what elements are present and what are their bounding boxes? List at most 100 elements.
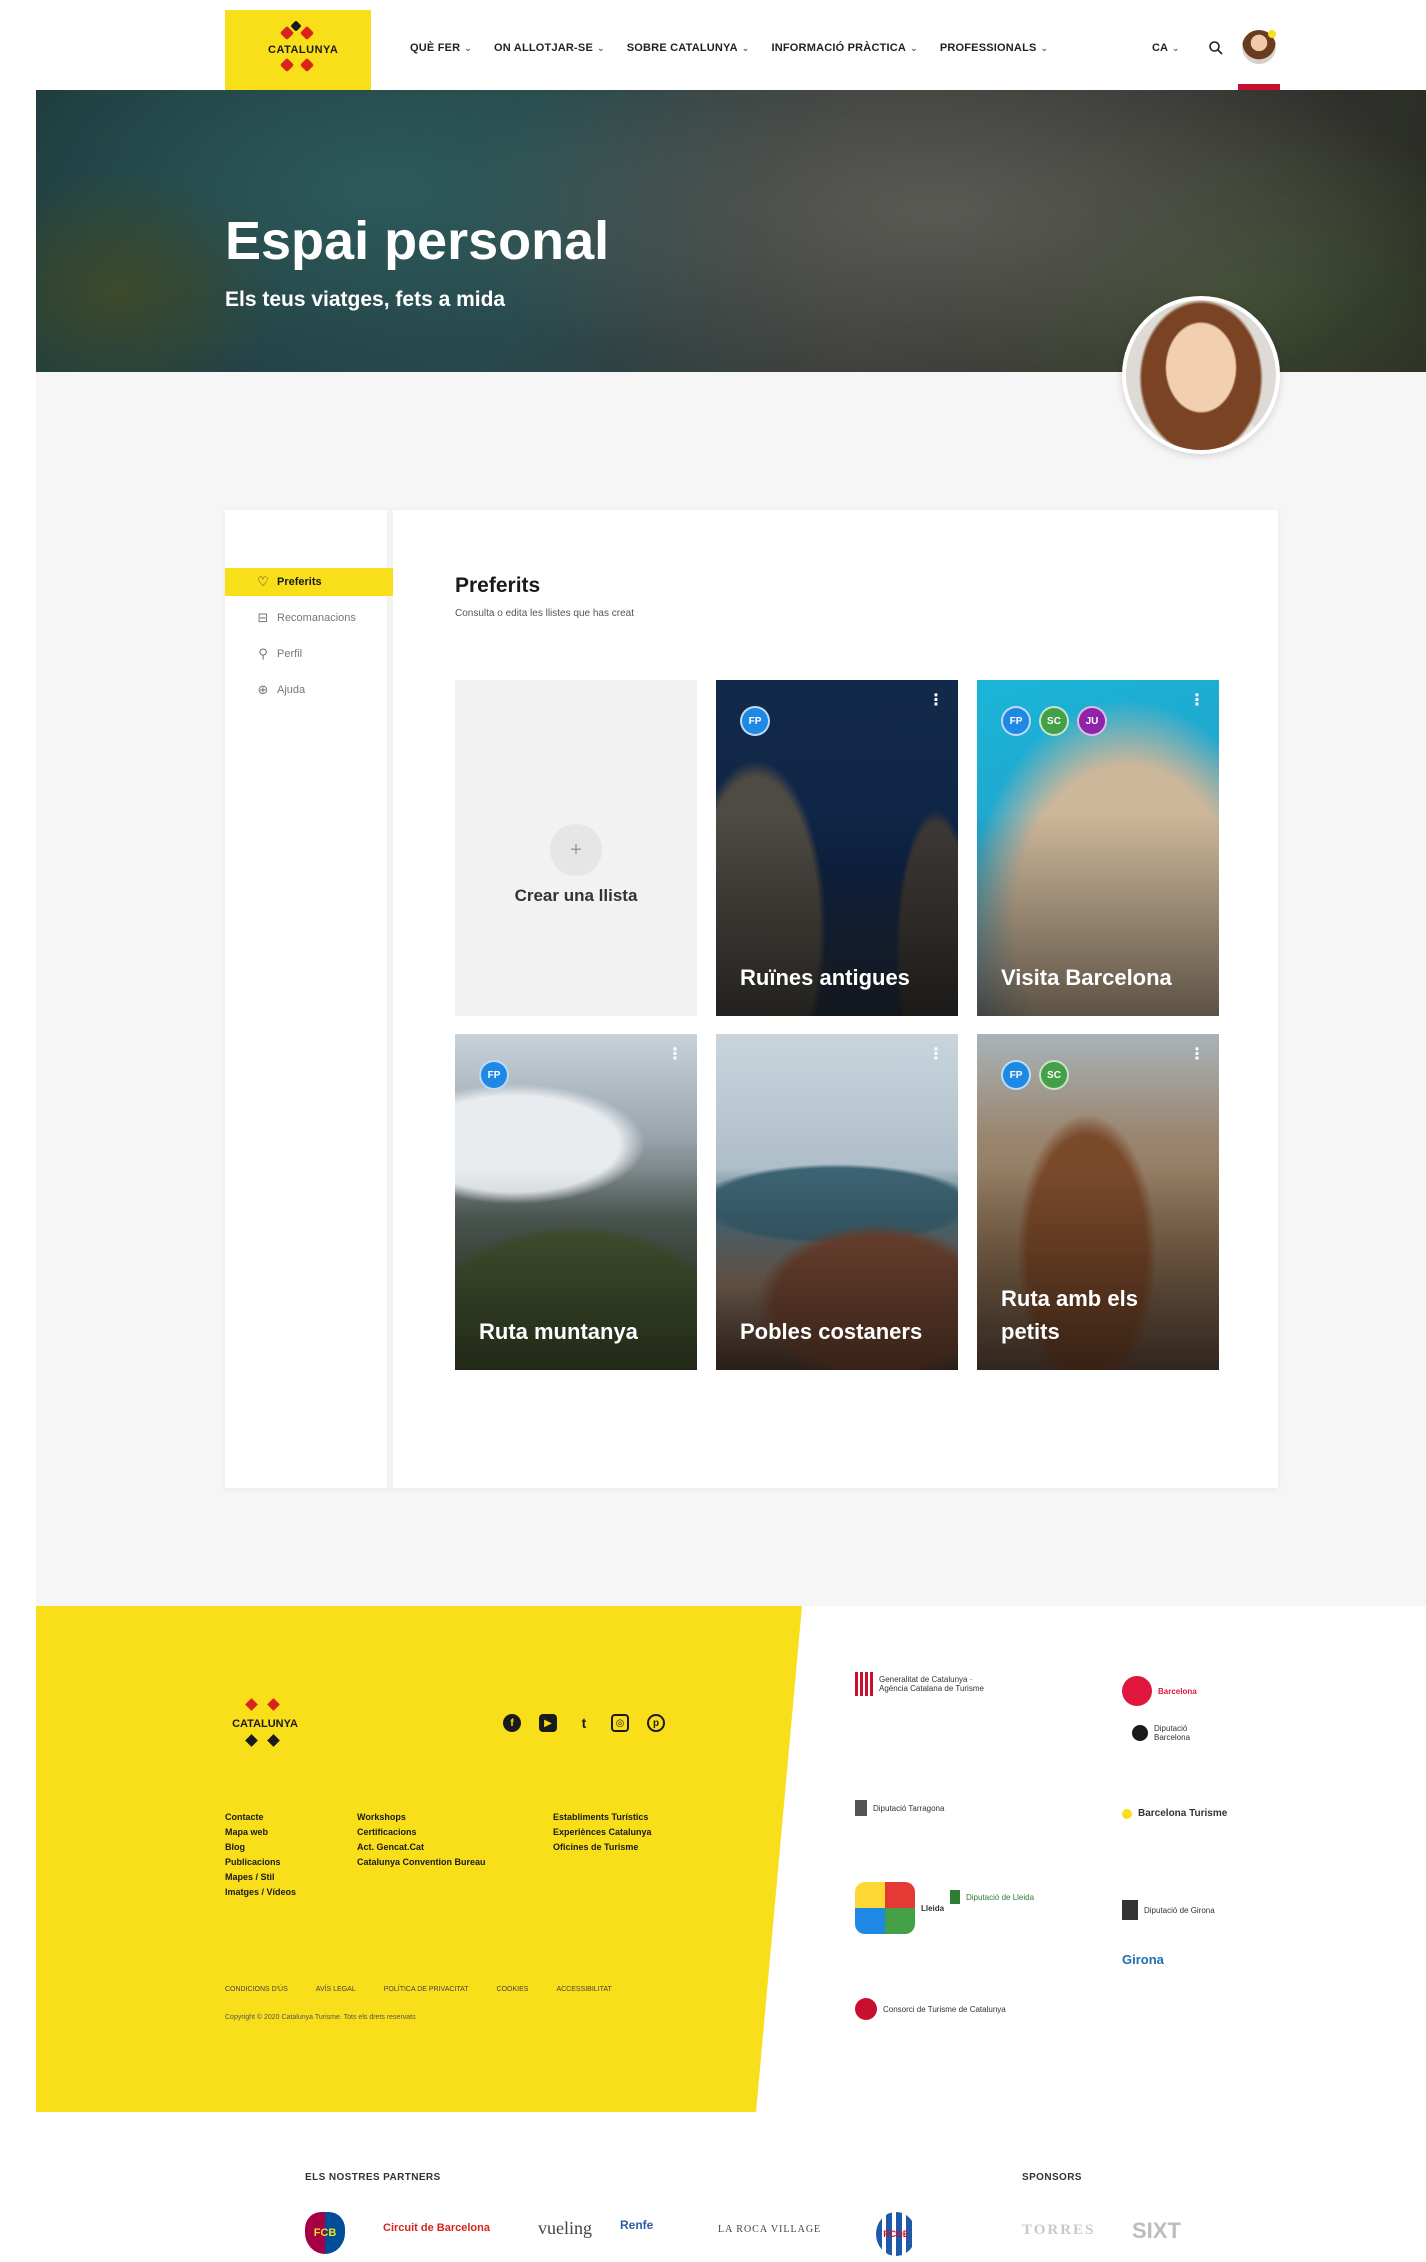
pinterest-icon[interactable]: p: [647, 1714, 665, 1732]
partners-heading: ELS NOSTRES PARTNERS: [305, 2172, 441, 2183]
plus-icon: +: [550, 824, 602, 876]
list-card-ruta-muntanya[interactable]: FP ⋮ Ruta muntanya: [455, 1034, 697, 1370]
sidebar: ♡ Preferits ⊟ Recomanacions ⚲ Perfil ⊕ A…: [225, 510, 393, 1488]
more-options-icon[interactable]: ⋮: [928, 690, 944, 710]
collaborators: FP: [479, 1060, 509, 1090]
footer-link[interactable]: Imatges / Vídeos: [225, 1887, 296, 1897]
partner-logo-fcb[interactable]: FCB: [305, 2212, 345, 2254]
institution-logo-girona[interactable]: Girona: [1122, 1952, 1164, 1967]
collaborators: FP SC JU: [1001, 706, 1107, 736]
institution-logo-generalitat[interactable]: Generalitat de Catalunya · Agència Catal…: [855, 1672, 989, 1696]
footer-link[interactable]: Catalunya Convention Bureau: [357, 1857, 486, 1867]
collaborators: FP SC: [1001, 1060, 1069, 1090]
main-nav: QUÈ FER ⌄ ON ALLOTJAR-SE ⌄ SOBRE CATALUNYA…: [410, 42, 1048, 54]
top-navigation: CATALUNYA QUÈ FER ⌄ ON ALLOTJAR-SE ⌄ SOBRE…: [0, 0, 1426, 90]
institution-logo-diputacio-barcelona[interactable]: Diputació Barcelona: [1132, 1724, 1214, 1742]
list-title: Ruta amb els petits: [1001, 1286, 1138, 1344]
collaborator-avatar: FP: [740, 706, 770, 736]
footer-wordmark: CATALUNYA: [232, 1718, 298, 1730]
partner-logo-renfe[interactable]: Renfe: [620, 2218, 653, 2232]
footer-link[interactable]: Contacte: [225, 1812, 296, 1822]
institution-logo-lleida[interactable]: Lleida: [855, 1882, 944, 1934]
sidebar-item-perfil[interactable]: ⚲ Perfil: [225, 640, 393, 668]
chevron-down-icon: ⌄: [464, 43, 473, 53]
legal-link[interactable]: CONDICIONS D'ÚS: [225, 1986, 288, 1993]
chevron-down-icon: ⌄: [741, 43, 750, 53]
sponsor-logo-torres[interactable]: TORRES: [1022, 2222, 1095, 2239]
page-title: Espai personal: [225, 211, 610, 271]
list-card-pobles-costaners[interactable]: ⋮ Pobles costaners: [716, 1034, 958, 1370]
institution-logo-diputacio-tarragona[interactable]: Diputació Tarragona: [855, 1800, 944, 1816]
sidebar-item-label: Recomanacions: [277, 612, 356, 624]
footer-link[interactable]: Certificacions: [357, 1827, 486, 1837]
footer-link[interactable]: Experiènces Catalunya: [553, 1827, 652, 1837]
language-selector[interactable]: CA ⌄: [1152, 42, 1179, 54]
more-options-icon[interactable]: ⋮: [928, 1044, 944, 1064]
footer-link[interactable]: Act. Gencat.Cat: [357, 1842, 486, 1852]
collaborator-avatar: FP: [1001, 706, 1031, 736]
profile-photo[interactable]: [1122, 296, 1280, 454]
chevron-down-icon: ⌄: [910, 43, 918, 53]
partner-logo-la-roca-village[interactable]: LA ROCA VILLAGE: [718, 2224, 821, 2235]
nav-on-allotjar-se[interactable]: ON ALLOTJAR-SE ⌄: [494, 42, 605, 54]
list-title: Ruïnes antigues: [740, 965, 910, 990]
more-options-icon[interactable]: ⋮: [1189, 1044, 1205, 1064]
instagram-icon[interactable]: ◎: [611, 1714, 629, 1732]
sidebar-item-preferits[interactable]: ♡ Preferits: [225, 568, 393, 596]
legal-link[interactable]: POLÍTICA DE PRIVACITAT: [384, 1986, 469, 1993]
more-options-icon[interactable]: ⋮: [1189, 690, 1205, 710]
legal-link[interactable]: AVÍS LEGAL: [316, 1986, 356, 1993]
list-card-ruta-amb-els-petits[interactable]: FP SC ⋮ Ruta amb els petits: [977, 1034, 1219, 1370]
sponsors-heading: SPONSORS: [1022, 2172, 1082, 2183]
institution-logo-barcelona[interactable]: Barcelona: [1122, 1676, 1197, 1706]
footer-link[interactable]: Workshops: [357, 1812, 486, 1822]
facebook-icon[interactable]: f: [503, 1714, 521, 1732]
twitter-icon[interactable]: t: [575, 1714, 593, 1732]
collaborator-avatar: JU: [1077, 706, 1107, 736]
footer-logo[interactable]: CATALUNYA: [225, 1698, 305, 1750]
institution-logo-consorci[interactable]: Consorci de Turisme de Catalunya: [855, 1998, 1006, 2020]
footer-link[interactable]: Blog: [225, 1842, 296, 1852]
logo-wordmark: CATALUNYA: [268, 44, 339, 56]
search-icon[interactable]: [1208, 40, 1224, 56]
nav-que-fer[interactable]: QUÈ FER ⌄: [410, 42, 472, 54]
footer-link[interactable]: Publicacions: [225, 1857, 296, 1867]
more-options-icon[interactable]: ⋮: [667, 1044, 683, 1064]
legal-link[interactable]: COOKIES: [497, 1986, 529, 1993]
sidebar-item-recomanacions[interactable]: ⊟ Recomanacions: [225, 604, 393, 632]
copyright: Copyright © 2020 Catalunya Turisme. Tots…: [225, 2014, 416, 2021]
sidebar-item-label: Preferits: [277, 576, 322, 588]
institution-logo-diputacio-lleida[interactable]: Diputació de Lleida: [950, 1890, 1034, 1904]
nav-professionals[interactable]: PROFESSIONALS ⌄: [940, 42, 1048, 54]
nav-informacio-practica[interactable]: INFORMACIÓ PRÀCTICA ⌄: [771, 42, 917, 54]
institution-logo-barcelona-turisme[interactable]: Barcelona Turisme: [1122, 1808, 1227, 1819]
collaborators: FP: [740, 706, 770, 736]
partner-logo-vueling[interactable]: vueling: [538, 2218, 592, 2239]
logo-mark: CATALUNYA: [268, 20, 339, 74]
partner-logo-circuit[interactable]: Circuit de Barcelona: [383, 2222, 513, 2234]
partner-logo-rcde[interactable]: RCDE: [876, 2212, 916, 2256]
sidebar-item-label: Perfil: [277, 648, 303, 660]
footer-link[interactable]: Establiments Turístics: [553, 1812, 652, 1822]
footer-link[interactable]: Mapes / Stil: [225, 1872, 296, 1882]
footer-column-3: Establiments Turístics Experiènces Catal…: [553, 1812, 652, 1852]
nav-sobre-catalunya[interactable]: SOBRE CATALUNYA ⌄: [627, 42, 750, 54]
sponsor-logo-sixt[interactable]: SIXT: [1132, 2218, 1181, 2244]
sidebar-item-ajuda[interactable]: ⊕ Ajuda: [225, 676, 393, 704]
social-links: f ▶ t ◎ p: [503, 1714, 665, 1732]
chevron-down-icon: ⌄: [1040, 43, 1049, 53]
youtube-icon[interactable]: ▶: [539, 1714, 557, 1732]
institution-logo-diputacio-girona[interactable]: Diputació de Girona: [1122, 1900, 1215, 1920]
list-card-ruines-antigues[interactable]: FP ⋮ Ruïnes antigues: [716, 680, 958, 1016]
create-list-card[interactable]: + Crear una llista: [455, 680, 697, 1016]
catalunya-logo[interactable]: CATALUNYA: [225, 10, 371, 90]
list-card-visita-barcelona[interactable]: FP SC JU ⋮ Visita Barcelona: [977, 680, 1219, 1016]
legal-link[interactable]: ACCESSIBILITAT: [556, 1986, 611, 1993]
footer-link[interactable]: Oficines de Turisme: [553, 1842, 652, 1852]
page-subtitle: Els teus viatges, fets a mida: [225, 288, 506, 311]
chevron-down-icon: ⌄: [1171, 43, 1180, 53]
section-title: Preferits: [455, 574, 541, 597]
footer-link[interactable]: Mapa web: [225, 1827, 296, 1837]
user-icon: ⚲: [258, 646, 268, 661]
list-title: Pobles costaners: [740, 1319, 923, 1344]
